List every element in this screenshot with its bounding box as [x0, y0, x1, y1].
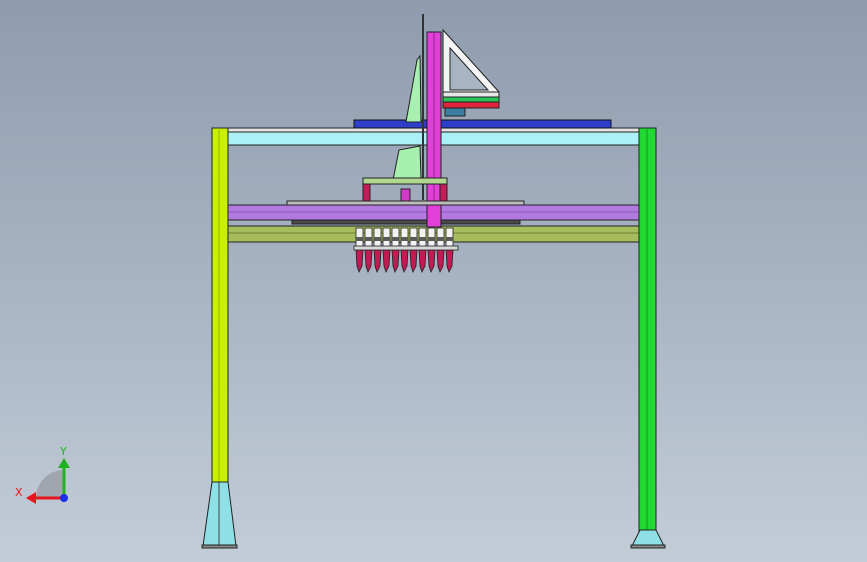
x-arrow-icon	[26, 492, 36, 504]
axis-triad: Y X	[15, 445, 70, 504]
y-arrow-icon	[58, 458, 70, 468]
left-column[interactable]	[201, 127, 238, 549]
z-origin-icon	[60, 494, 68, 502]
x-axis-label: X	[15, 486, 23, 499]
gripper-array[interactable]	[353, 227, 459, 274]
gripper-rail	[353, 245, 459, 251]
vertical-mast[interactable]	[426, 31, 442, 227]
top-plate[interactable]	[353, 119, 612, 129]
cad-viewport[interactable]: Y X	[0, 0, 867, 562]
gantry-model[interactable]: Y X	[0, 0, 867, 562]
y-axis-label: Y	[59, 445, 67, 458]
wedge-plate[interactable]	[392, 54, 422, 181]
triangle-bracket[interactable]	[442, 28, 500, 117]
right-column[interactable]	[630, 127, 666, 549]
mast-lower	[426, 204, 442, 228]
carriage-assembly[interactable]	[286, 177, 525, 206]
